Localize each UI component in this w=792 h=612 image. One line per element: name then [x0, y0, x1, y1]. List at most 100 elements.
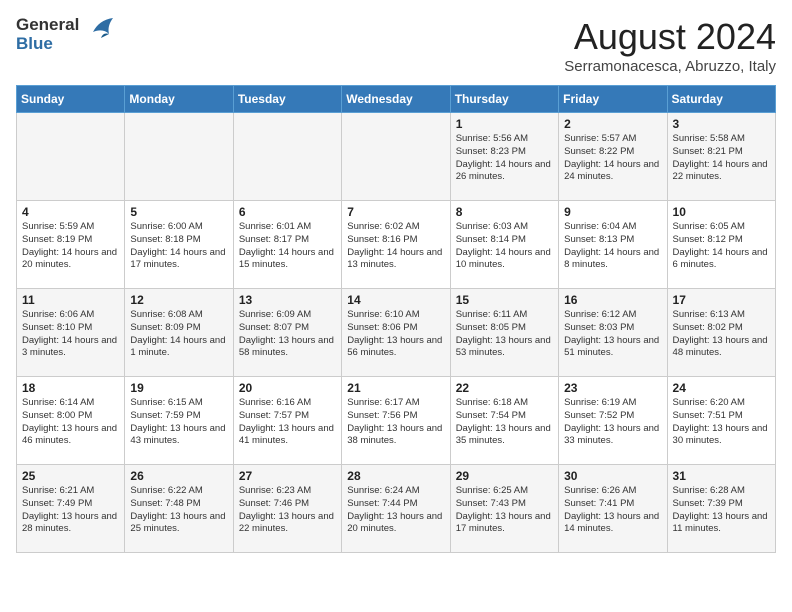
day-info: Sunrise: 5:59 AM Sunset: 8:19 PM Dayligh…: [22, 221, 119, 272]
calendar-cell: 23Sunrise: 6:19 AM Sunset: 7:52 PM Dayli…: [559, 377, 667, 465]
calendar-cell: 30 Sunrise: 6:26 AM Sunset: 7:41 PM Dayli…: [559, 465, 667, 553]
calendar-cell: 29 Sunrise: 6:25 AM Sunset: 7:43 PM Dayli…: [450, 465, 558, 553]
location-subtitle: Serramonacesca, Abruzzo, Italy: [564, 58, 776, 75]
weekday-header-saturday: Saturday: [667, 86, 775, 113]
logo-bird-icon: [85, 12, 117, 51]
day-info: Sunrise: 6:13 AM Sunset: 8:02 PM Dayligh…: [673, 309, 770, 360]
calendar-cell: 5 Sunrise: 6:00 AM Sunset: 8:18 PM Daylig…: [125, 201, 233, 289]
calendar-cell: 25Sunrise: 6:21 AM Sunset: 7:49 PM Dayli…: [17, 465, 125, 553]
day-number: 9: [564, 205, 661, 219]
calendar-week-3: 11 Sunrise: 6:06 AM Sunset: 8:10 PM Dayli…: [17, 289, 776, 377]
day-number: 23: [564, 381, 661, 395]
day-info: Sunrise: 6:10 AM Sunset: 8:06 PM Dayligh…: [347, 309, 444, 360]
day-info: Sunrise: 6:26 AM Sunset: 7:41 PM Dayligh…: [564, 485, 661, 536]
day-number: 20: [239, 381, 336, 395]
day-info: Sunrise: 6:12 AM Sunset: 8:03 PM Dayligh…: [564, 309, 661, 360]
calendar-cell: 11 Sunrise: 6:06 AM Sunset: 8:10 PM Dayli…: [17, 289, 125, 377]
logo-blue: Blue: [16, 35, 79, 54]
logo-general: General: [16, 16, 79, 35]
day-number: 15: [456, 293, 553, 307]
day-number: 11: [22, 293, 119, 307]
day-info: Sunrise: 6:09 AM Sunset: 8:07 PM Dayligh…: [239, 309, 336, 360]
calendar-cell: 1 Sunrise: 5:56 AM Sunset: 8:23 PM Daylig…: [450, 113, 558, 201]
weekday-header-wednesday: Wednesday: [342, 86, 450, 113]
day-info: Sunrise: 6:11 AM Sunset: 8:05 PM Dayligh…: [456, 309, 553, 360]
day-number: 6: [239, 205, 336, 219]
day-info: Sunrise: 5:58 AM Sunset: 8:21 PM Dayligh…: [673, 133, 770, 184]
calendar-cell: 15 Sunrise: 6:11 AM Sunset: 8:05 PM Dayli…: [450, 289, 558, 377]
day-info: Sunrise: 6:18 AM Sunset: 7:54 PM Dayligh…: [456, 397, 553, 448]
weekday-header-row: SundayMondayTuesdayWednesdayThursdayFrid…: [17, 86, 776, 113]
day-info: Sunrise: 6:14 AM Sunset: 8:00 PM Dayligh…: [22, 397, 119, 448]
calendar-cell: 7 Sunrise: 6:02 AM Sunset: 8:16 PM Daylig…: [342, 201, 450, 289]
calendar-cell: 6 Sunrise: 6:01 AM Sunset: 8:17 PM Daylig…: [233, 201, 341, 289]
day-number: 12: [130, 293, 227, 307]
day-number: 2: [564, 117, 661, 131]
day-number: 10: [673, 205, 770, 219]
day-number: 17: [673, 293, 770, 307]
day-info: Sunrise: 6:06 AM Sunset: 8:10 PM Dayligh…: [22, 309, 119, 360]
calendar-cell: 4 Sunrise: 5:59 AM Sunset: 8:19 PM Daylig…: [17, 201, 125, 289]
day-number: 24: [673, 381, 770, 395]
day-info: Sunrise: 6:24 AM Sunset: 7:44 PM Dayligh…: [347, 485, 444, 536]
calendar-cell: [233, 113, 341, 201]
weekday-header-monday: Monday: [125, 86, 233, 113]
day-info: Sunrise: 5:57 AM Sunset: 8:22 PM Dayligh…: [564, 133, 661, 184]
day-info: Sunrise: 6:22 AM Sunset: 7:48 PM Dayligh…: [130, 485, 227, 536]
calendar-cell: 16Sunrise: 6:12 AM Sunset: 8:03 PM Dayli…: [559, 289, 667, 377]
day-number: 27: [239, 469, 336, 483]
calendar-cell: 27 Sunrise: 6:23 AM Sunset: 7:46 PM Dayli…: [233, 465, 341, 553]
calendar-cell: [125, 113, 233, 201]
day-info: Sunrise: 6:01 AM Sunset: 8:17 PM Dayligh…: [239, 221, 336, 272]
calendar-table: SundayMondayTuesdayWednesdayThursdayFrid…: [16, 85, 776, 553]
day-info: Sunrise: 6:02 AM Sunset: 8:16 PM Dayligh…: [347, 221, 444, 272]
calendar-cell: 10 Sunrise: 6:05 AM Sunset: 8:12 PM Dayli…: [667, 201, 775, 289]
calendar-week-5: 25Sunrise: 6:21 AM Sunset: 7:49 PM Dayli…: [17, 465, 776, 553]
day-number: 18: [22, 381, 119, 395]
day-number: 22: [456, 381, 553, 395]
day-number: 19: [130, 381, 227, 395]
day-info: Sunrise: 6:25 AM Sunset: 7:43 PM Dayligh…: [456, 485, 553, 536]
calendar-cell: 21Sunrise: 6:17 AM Sunset: 7:56 PM Dayli…: [342, 377, 450, 465]
calendar-cell: 20Sunrise: 6:16 AM Sunset: 7:57 PM Dayli…: [233, 377, 341, 465]
day-info: Sunrise: 6:00 AM Sunset: 8:18 PM Dayligh…: [130, 221, 227, 272]
calendar-cell: 3 Sunrise: 5:58 AM Sunset: 8:21 PM Daylig…: [667, 113, 775, 201]
day-number: 5: [130, 205, 227, 219]
day-number: 29: [456, 469, 553, 483]
day-number: 3: [673, 117, 770, 131]
day-info: Sunrise: 6:23 AM Sunset: 7:46 PM Dayligh…: [239, 485, 336, 536]
calendar-cell: 9 Sunrise: 6:04 AM Sunset: 8:13 PM Daylig…: [559, 201, 667, 289]
day-info: Sunrise: 6:05 AM Sunset: 8:12 PM Dayligh…: [673, 221, 770, 272]
day-number: 28: [347, 469, 444, 483]
day-number: 31: [673, 469, 770, 483]
day-number: 21: [347, 381, 444, 395]
calendar-cell: 19Sunrise: 6:15 AM Sunset: 7:59 PM Dayli…: [125, 377, 233, 465]
month-year-title: August 2024: [564, 16, 776, 58]
weekday-header-sunday: Sunday: [17, 86, 125, 113]
logo: General Blue: [16, 16, 117, 53]
calendar-cell: 14Sunrise: 6:10 AM Sunset: 8:06 PM Dayli…: [342, 289, 450, 377]
day-info: Sunrise: 6:03 AM Sunset: 8:14 PM Dayligh…: [456, 221, 553, 272]
calendar-week-2: 4 Sunrise: 5:59 AM Sunset: 8:19 PM Daylig…: [17, 201, 776, 289]
day-info: Sunrise: 6:04 AM Sunset: 8:13 PM Dayligh…: [564, 221, 661, 272]
calendar-cell: [342, 113, 450, 201]
day-info: Sunrise: 6:20 AM Sunset: 7:51 PM Dayligh…: [673, 397, 770, 448]
calendar-week-1: 1 Sunrise: 5:56 AM Sunset: 8:23 PM Daylig…: [17, 113, 776, 201]
calendar-cell: 24 Sunrise: 6:20 AM Sunset: 7:51 PM Dayli…: [667, 377, 775, 465]
day-number: 30: [564, 469, 661, 483]
day-number: 26: [130, 469, 227, 483]
calendar-cell: 12 Sunrise: 6:08 AM Sunset: 8:09 PM Dayli…: [125, 289, 233, 377]
day-number: 4: [22, 205, 119, 219]
calendar-cell: 31Sunrise: 6:28 AM Sunset: 7:39 PM Dayli…: [667, 465, 775, 553]
day-info: Sunrise: 5:56 AM Sunset: 8:23 PM Dayligh…: [456, 133, 553, 184]
day-number: 7: [347, 205, 444, 219]
day-number: 13: [239, 293, 336, 307]
calendar-cell: 2 Sunrise: 5:57 AM Sunset: 8:22 PM Daylig…: [559, 113, 667, 201]
weekday-header-thursday: Thursday: [450, 86, 558, 113]
day-number: 1: [456, 117, 553, 131]
calendar-cell: 18 Sunrise: 6:14 AM Sunset: 8:00 PM Dayli…: [17, 377, 125, 465]
day-info: Sunrise: 6:08 AM Sunset: 8:09 PM Dayligh…: [130, 309, 227, 360]
calendar-cell: 13 Sunrise: 6:09 AM Sunset: 8:07 PM Dayli…: [233, 289, 341, 377]
calendar-cell: 8Sunrise: 6:03 AM Sunset: 8:14 PM Daylig…: [450, 201, 558, 289]
calendar-cell: 26 Sunrise: 6:22 AM Sunset: 7:48 PM Dayli…: [125, 465, 233, 553]
